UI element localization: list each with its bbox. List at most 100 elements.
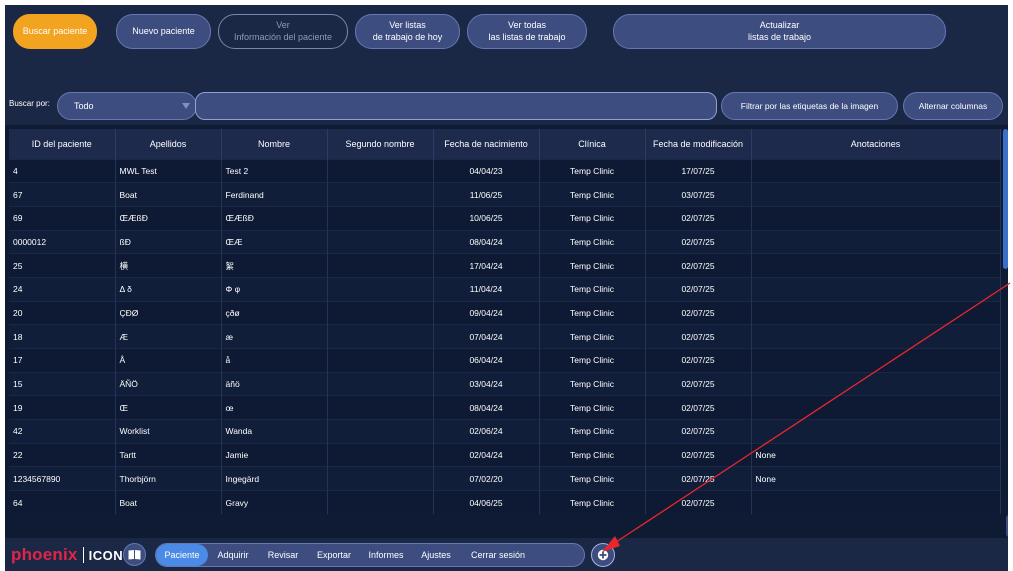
table-cell: 69 — [9, 205, 116, 231]
table-cell: 17/07/25 — [645, 158, 752, 183]
nav-tab-adquirir[interactable]: Adquirir — [208, 544, 258, 566]
table-cell: Worklist — [115, 419, 222, 444]
view-all-worklists-button[interactable]: Ver todas las listas de trabajo — [467, 14, 587, 49]
table-cell — [327, 205, 434, 231]
column-header[interactable]: ID del paciente — [9, 129, 116, 159]
top-toolbar: Buscar paciente Nuevo paciente Ver Infor… — [5, 5, 1008, 86]
search-input[interactable] — [195, 92, 717, 120]
table-row[interactable]: 17 Åå 06/04/24 Temp Clinic 02/07/25 — [9, 348, 1001, 373]
table-cell — [751, 395, 1001, 420]
table-row[interactable]: 69 ŒÆßÐ ŒÆßÐ 10/06/25 Temp Clinic 02/07/25 — [9, 205, 1001, 231]
side-panel-handle[interactable] — [1006, 515, 1008, 537]
view-info-label-line1: Ver — [276, 20, 290, 31]
table-cell — [327, 253, 434, 278]
table-cell: 07/04/24 — [433, 324, 540, 349]
search-bar: Buscar por: Todo Filtrar por las etiquet… — [5, 86, 1008, 125]
table-cell: Temp Clinic — [539, 182, 646, 207]
table-cell: 03/07/25 — [645, 182, 752, 207]
refresh-label-line1: Actualizar — [759, 20, 800, 31]
table-cell: Wanda — [221, 419, 328, 444]
filter-image-tags-button[interactable]: Filtrar por las etiquetas de la imagen — [721, 92, 898, 120]
table-cell: 02/07/25 — [645, 371, 752, 396]
nav-tab-revisar[interactable]: Revisar — [258, 544, 308, 566]
toggle-columns-label: Alternar columnas — [918, 101, 988, 111]
table-cell — [327, 276, 434, 302]
table-cell: äñö — [221, 371, 328, 396]
table-row[interactable]: 24 Δ δΦ φ 11/04/24 Temp Clinic 02/07/25 — [9, 276, 1001, 302]
vertical-scrollbar[interactable] — [1003, 129, 1008, 534]
table-row[interactable]: 25 横絮 17/04/24 Temp Clinic 02/07/25 — [9, 253, 1001, 278]
table-cell: æ — [221, 324, 328, 349]
toggle-columns-button[interactable]: Alternar columnas — [903, 92, 1003, 120]
table-cell — [327, 229, 434, 254]
search-field-select[interactable]: Todo — [57, 92, 197, 120]
table-cell: 02/07/25 — [645, 419, 752, 444]
view-patient-info-button[interactable]: Ver Información del paciente — [218, 14, 348, 49]
table-cell: Tartt — [115, 442, 222, 467]
table-cell — [751, 253, 1001, 278]
table-row[interactable]: 4 MWL Test Test 2 04/04/23 Temp Clinic 17/07/… — [9, 158, 1001, 183]
table-cell: 17 — [9, 348, 116, 373]
table-row[interactable]: 67 Boat Ferdinand 11/06/25 Temp Clinic 03/07/… — [9, 182, 1001, 207]
view-today-worklists-button[interactable]: Ver listas de trabajo de hoy — [355, 14, 460, 49]
table-cell: 24 — [9, 276, 116, 302]
table-cell — [327, 466, 434, 491]
nav-tab-cerrar-sesi-n[interactable]: Cerrar sesión — [460, 544, 536, 566]
table-cell: Temp Clinic — [539, 253, 646, 278]
phoenix-icon-logo: phoenix ICON — [11, 545, 123, 565]
table-row[interactable]: 42 Worklist Wanda 02/06/24 Temp Clinic 02/07/… — [9, 419, 1001, 444]
all-worklists-label-line1: Ver todas — [507, 20, 547, 31]
table-cell: 02/07/25 — [645, 205, 752, 231]
scrollbar-thumb[interactable] — [1003, 129, 1008, 269]
table-cell: 02/06/24 — [433, 419, 540, 444]
table-cell: 22 — [9, 442, 116, 467]
column-header[interactable]: Fecha de modificación — [645, 129, 752, 159]
table-cell — [751, 324, 1001, 349]
table-cell: 04/06/25 — [433, 490, 540, 515]
table-cell — [327, 324, 434, 349]
column-header[interactable]: Nombre — [221, 129, 328, 159]
table-row[interactable]: 20 ÇÐØ çðø 09/04/24 Temp Clinic 02/07/25 — [9, 300, 1001, 325]
table-cell: 0000012 — [9, 229, 116, 254]
table-row[interactable]: 15 ÄÑÖ äñö 03/04/24 Temp Clinic 02/07/25 — [9, 371, 1001, 396]
table-cell: Thorbjörn — [115, 466, 222, 491]
nav-tab-ajustes[interactable]: Ajustes — [412, 544, 460, 566]
column-header[interactable]: Apellidos — [115, 129, 222, 159]
today-worklists-label-line2: de trabajo de hoy — [372, 31, 443, 42]
column-header[interactable]: Anotaciones — [751, 129, 1001, 159]
new-patient-button[interactable]: Nuevo paciente — [116, 14, 211, 49]
table-cell: Temp Clinic — [539, 158, 646, 183]
nav-tab-paciente[interactable]: Paciente — [156, 544, 208, 566]
search-patient-button[interactable]: Buscar paciente — [13, 14, 97, 49]
new-patient-label: Nuevo paciente — [132, 25, 195, 36]
table-row[interactable]: 1234567890 Thorbjörn Ingegärd 07/02/20 Temp … — [9, 466, 1001, 491]
manual-button[interactable] — [123, 543, 146, 566]
table-cell: Temp Clinic — [539, 466, 646, 491]
column-header[interactable]: Segundo nombre — [327, 129, 434, 159]
table-cell — [327, 182, 434, 207]
nav-tab-exportar[interactable]: Exportar — [308, 544, 360, 566]
table-row[interactable]: 22 Tartt Jamie 02/04/24 Temp Clinic 02/07/25 N… — [9, 442, 1001, 467]
column-header[interactable]: Clínica — [539, 129, 646, 159]
table-cell: 02/07/25 — [645, 490, 752, 515]
app-window: Buscar paciente Nuevo paciente Ver Infor… — [0, 0, 1013, 571]
table-row[interactable]: 19 Œœ 08/04/24 Temp Clinic 02/07/25 — [9, 395, 1001, 420]
table-row[interactable]: 64 Boat Gravy 04/06/25 Temp Clinic 02/07/25 — [9, 490, 1001, 515]
column-header[interactable]: Fecha de nacimiento — [433, 129, 540, 159]
table-cell: Temp Clinic — [539, 348, 646, 373]
table-cell: ßÐ — [115, 229, 222, 254]
table-header-row: ID del paciente Apellidos Nombre Segundo no… — [9, 129, 1001, 159]
refresh-worklists-button[interactable]: Actualizar listas de trabajo — [613, 14, 946, 49]
table-row[interactable]: 18 Ææ 07/04/24 Temp Clinic 02/07/25 — [9, 324, 1001, 349]
table-cell: 1234567890 — [9, 466, 116, 491]
table-row[interactable]: 0000012 ßÐ ŒÆ 08/04/24 Temp Clinic 02/07/25 — [9, 229, 1001, 254]
table-cell: Temp Clinic — [539, 442, 646, 467]
search-by-label: Buscar por: — [9, 99, 50, 108]
search-field-value: Todo — [74, 101, 94, 111]
table-cell: 10/06/25 — [433, 205, 540, 231]
table-cell — [751, 419, 1001, 444]
plus-icon — [597, 549, 609, 561]
patient-table: ID del paciente Apellidos Nombre Segundo no… — [9, 129, 1001, 515]
add-button[interactable] — [591, 543, 615, 567]
nav-tab-informes[interactable]: Informes — [360, 544, 412, 566]
